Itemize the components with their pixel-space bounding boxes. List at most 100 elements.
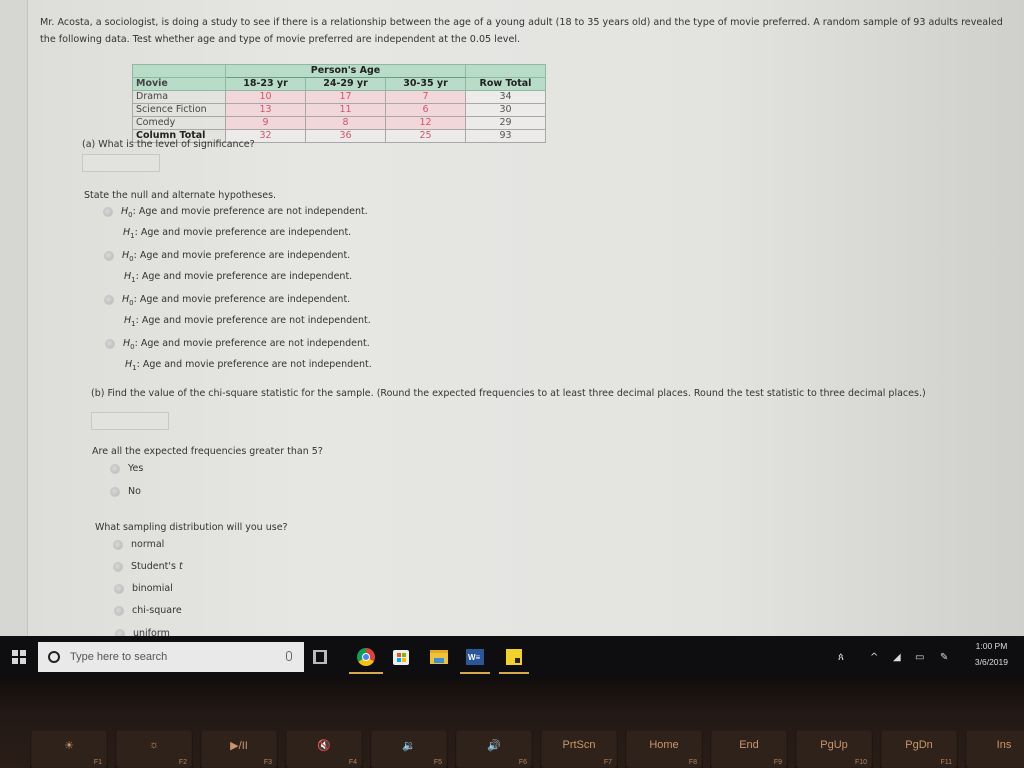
radio-button[interactable]	[114, 583, 124, 594]
distribution-option-chi-square[interactable]: chi-square	[114, 602, 182, 620]
chevron-up-icon[interactable]: ^	[870, 636, 878, 678]
contingency-table: Person's Age Movie 18-23 yr 24-29 yr 30-…	[132, 64, 546, 143]
part-a-question: (a) What is the level of significance?	[82, 139, 255, 150]
h0-text: : Age and movie preference are independe…	[133, 294, 351, 305]
cortana-icon	[48, 651, 60, 663]
key-f3: ▶/II F3	[200, 730, 278, 768]
h1-symbol: H1	[125, 358, 137, 372]
cell: 10	[225, 90, 306, 104]
distribution-option-student-t[interactable]: Student's t	[113, 558, 183, 576]
key-f4: 🔇 F4	[285, 730, 363, 768]
h0-symbol: H0	[122, 294, 134, 307]
option-label: Yes	[128, 463, 144, 474]
hypothesis-option-3[interactable]: H0: Age and movie preference are indepen…	[104, 291, 371, 333]
table-row: Comedy 9 8 12 29	[132, 116, 546, 130]
key-f10: PgUp F10	[795, 730, 873, 768]
hypothesis-option-2[interactable]: H0: Age and movie preference are indepen…	[104, 247, 352, 289]
microphone-icon[interactable]	[286, 651, 292, 661]
left-gutter	[0, 0, 28, 636]
task-view-icon[interactable]	[307, 644, 333, 670]
file-explorer-icon[interactable]	[426, 644, 452, 670]
h0-text: : Age and movie preference are independe…	[133, 250, 351, 261]
key-f11: PgDn F11	[880, 730, 958, 768]
cell: 11	[305, 103, 386, 117]
column-header: 30-35 yr	[385, 77, 466, 91]
pen-icon[interactable]: ✎	[940, 636, 948, 678]
taskbar-search-box[interactable]: Type here to search	[38, 642, 304, 672]
key-f6: 🔊 F6	[455, 730, 533, 768]
table-header-row-2: Movie 18-23 yr 24-29 yr 30-35 yr Row Tot…	[132, 77, 546, 91]
distribution-option-normal[interactable]: normal	[113, 536, 164, 554]
word-icon[interactable]: W≡	[460, 644, 490, 674]
distribution-option-binomial[interactable]: binomial	[114, 580, 173, 598]
expected-frequencies-question: Are all the expected frequencies greater…	[92, 446, 323, 457]
wifi-icon[interactable]: ◢	[893, 636, 901, 678]
significance-level-input[interactable]	[82, 154, 160, 172]
cell: 12	[385, 116, 466, 130]
key-f12: InsF12	[965, 730, 1024, 768]
radio-button[interactable]	[114, 605, 124, 616]
cell: 6	[385, 103, 466, 117]
column-header: 18-23 yr	[225, 77, 306, 91]
cell: 7	[385, 90, 466, 104]
radio-button[interactable]	[104, 294, 114, 305]
row-label: Science Fiction	[132, 103, 226, 117]
empty-header	[465, 64, 546, 78]
h1-text: : Age and movie preference are not indep…	[136, 358, 372, 370]
chi-square-input[interactable]	[91, 412, 169, 430]
windows-taskbar: Type here to search W≡ ጰ ^ ◢ ▭ ✎ 1:00 PM…	[0, 636, 1024, 678]
row-total: 30	[465, 103, 546, 117]
option-label: uniform	[133, 628, 170, 636]
cell: 13	[225, 103, 306, 117]
distribution-question: What sampling distribution will you use?	[95, 522, 288, 533]
browser-page: Mr. Acosta, a sociologist, is doing a st…	[0, 0, 1024, 636]
persons-age-header: Person's Age	[225, 64, 466, 78]
part-b-question: (b) Find the value of the chi-square sta…	[91, 388, 926, 399]
system-clock[interactable]: 1:00 PM 3/6/2019	[975, 638, 1008, 670]
row-label: Comedy	[132, 116, 226, 130]
row-label: Drama	[132, 90, 226, 104]
radio-button[interactable]	[110, 486, 120, 497]
option-label: binomial	[132, 583, 173, 594]
sticky-notes-icon[interactable]	[499, 644, 529, 674]
t-symbol: t	[178, 561, 183, 572]
radio-button[interactable]	[110, 463, 120, 474]
people-icon[interactable]: ጰ	[838, 636, 844, 678]
radio-button[interactable]	[113, 561, 123, 572]
table-row: Drama 10 17 7 34	[132, 90, 546, 104]
radio-button[interactable]	[103, 206, 113, 217]
column-total: 36	[305, 129, 386, 143]
distribution-option-uniform[interactable]: uniform	[115, 625, 170, 636]
expected-option-yes[interactable]: Yes	[110, 460, 143, 478]
problem-intro: Mr. Acosta, a sociologist, is doing a st…	[40, 17, 1003, 45]
microsoft-store-icon[interactable]	[388, 644, 414, 670]
hypothesis-option-1[interactable]: H0: Age and movie preference are not ind…	[103, 203, 368, 245]
clock-date: 3/6/2019	[974, 657, 1008, 667]
battery-icon[interactable]: ▭	[915, 636, 924, 678]
radio-button[interactable]	[105, 338, 115, 349]
windows-start-icon[interactable]	[12, 650, 26, 664]
h1-text: : Age and movie preference are not indep…	[135, 314, 371, 326]
radio-button[interactable]	[113, 539, 123, 550]
chrome-icon[interactable]	[349, 644, 383, 674]
h1-text: : Age and movie preference are independe…	[134, 226, 352, 238]
option-label: chi-square	[132, 605, 182, 616]
cell: 8	[305, 116, 386, 130]
h0-text: : Age and movie preference are not indep…	[134, 338, 370, 349]
h0-symbol: H0	[121, 206, 133, 219]
row-total-header: Row Total	[465, 77, 546, 91]
radio-button[interactable]	[104, 250, 114, 261]
key-f1: ☀ F1	[30, 730, 108, 768]
expected-option-no[interactable]: No	[110, 483, 141, 501]
column-header: 24-29 yr	[305, 77, 386, 91]
h1-symbol: H1	[123, 226, 135, 240]
empty-header	[132, 64, 226, 78]
column-total: 25	[385, 129, 466, 143]
key-f5: 🔉 F5	[370, 730, 448, 768]
hypotheses-prompt: State the null and alternate hypotheses.	[84, 190, 277, 201]
clock-time: 1:00 PM	[975, 641, 1008, 651]
radio-button[interactable]	[115, 628, 125, 636]
cell: 17	[305, 90, 386, 104]
hypothesis-option-4[interactable]: H0: Age and movie preference are not ind…	[105, 335, 372, 377]
key-f7: PrtScn F7	[540, 730, 618, 768]
